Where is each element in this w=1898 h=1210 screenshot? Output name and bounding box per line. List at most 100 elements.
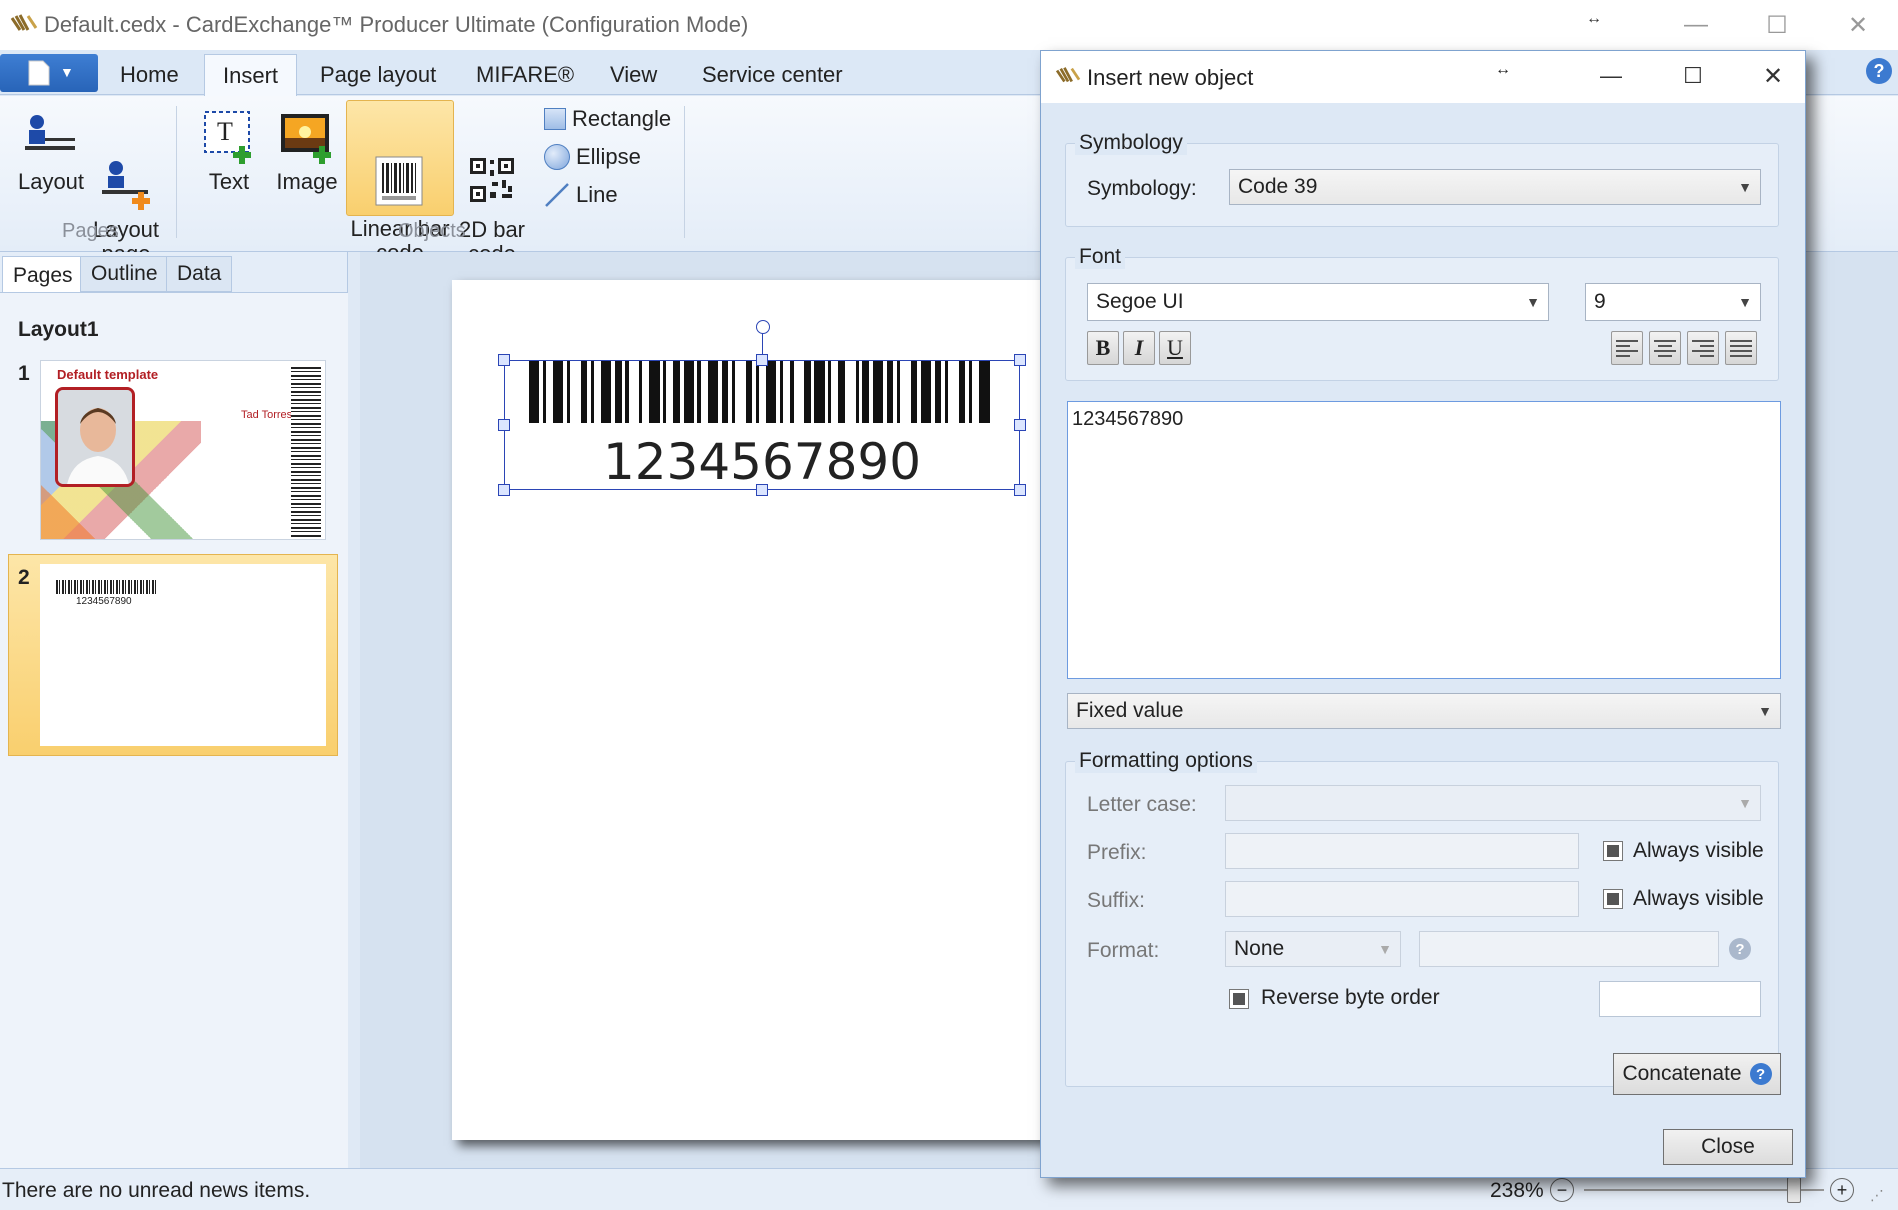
- barcode-bar: [566, 361, 571, 423]
- align-center-button[interactable]: [1649, 331, 1681, 365]
- pages-group-label: Pages: [62, 220, 119, 242]
- bold-button[interactable]: B: [1087, 331, 1119, 365]
- font-family-value: Segoe UI: [1096, 290, 1184, 313]
- barcode-bar: [580, 361, 588, 423]
- resize-handle[interactable]: [756, 484, 768, 496]
- font-size-value: 9: [1594, 290, 1606, 313]
- dialog-maximize-button[interactable]: ☐: [1663, 51, 1723, 101]
- resize-arrows-icon: ↔: [1495, 61, 1511, 78]
- font-legend: Font: [1075, 245, 1126, 269]
- symbology-select[interactable]: Code 39 ▼: [1229, 169, 1761, 205]
- resize-handle[interactable]: [756, 354, 768, 366]
- insert-rectangle-button[interactable]: Rectangle: [544, 106, 671, 132]
- resize-handle[interactable]: [1014, 354, 1026, 366]
- resize-handle[interactable]: [1014, 484, 1026, 496]
- maximize-button[interactable]: ☐: [1737, 0, 1817, 50]
- tab-page-layout[interactable]: Page layout: [302, 54, 454, 96]
- value-source-select[interactable]: Fixed value ▼: [1067, 693, 1781, 729]
- letter-case-label: Letter case:: [1087, 793, 1197, 816]
- prefix-input[interactable]: [1225, 833, 1579, 869]
- tab-mifare[interactable]: MIFARE®: [458, 54, 592, 96]
- rectangle-label: Rectangle: [572, 106, 672, 131]
- image-icon: [277, 108, 337, 164]
- close-button[interactable]: Close: [1663, 1129, 1793, 1165]
- line-icon: [545, 183, 569, 207]
- barcode-value-textarea[interactable]: 1234567890: [1067, 401, 1781, 679]
- barcode-bar: [886, 361, 894, 423]
- ellipse-label: Ellipse: [576, 144, 641, 169]
- italic-button[interactable]: I: [1123, 331, 1155, 365]
- zoom-out-button[interactable]: −: [1550, 1178, 1574, 1202]
- prefix-label: Prefix:: [1087, 841, 1147, 864]
- barcode-bar: [721, 361, 729, 423]
- page-thumbnail-2: 1234567890: [40, 564, 326, 746]
- help-icon[interactable]: ?: [1866, 58, 1892, 84]
- font-family-select[interactable]: Segoe UI ▼: [1087, 283, 1549, 321]
- format-select[interactable]: None ▼: [1225, 931, 1401, 967]
- tab-pages[interactable]: Pages: [2, 256, 84, 294]
- underline-button[interactable]: U: [1159, 331, 1191, 365]
- tab-data[interactable]: Data: [166, 256, 233, 292]
- minimize-button[interactable]: —: [1656, 0, 1736, 50]
- insert-image-button[interactable]: Image: [274, 108, 340, 194]
- rotate-handle[interactable]: [756, 320, 770, 334]
- prefix-always-visible-checkbox[interactable]: [1603, 841, 1623, 861]
- barcode-bar: [663, 361, 667, 423]
- insert-linear-barcode-button[interactable]: Linear bar code: [346, 100, 454, 265]
- barcode-bar: [968, 361, 973, 423]
- chevron-down-icon: ▼: [1738, 795, 1752, 811]
- symbology-legend: Symbology: [1075, 131, 1187, 155]
- resize-handle[interactable]: [498, 419, 510, 431]
- zoom-slider-thumb[interactable]: [1787, 1177, 1802, 1203]
- format-help-icon[interactable]: ?: [1729, 938, 1751, 960]
- file-menu-button[interactable]: ▼: [0, 54, 98, 92]
- font-size-select[interactable]: 9 ▼: [1585, 283, 1761, 321]
- barcode-bar: [731, 361, 736, 423]
- page-thumbnail-1[interactable]: Default template Tad Torres: [40, 360, 326, 540]
- insert-line-button[interactable]: Line: [544, 182, 618, 208]
- help-icon: ?: [1749, 1063, 1772, 1085]
- insert-text-button[interactable]: T Text: [196, 108, 262, 194]
- insert-ellipse-button[interactable]: Ellipse: [544, 144, 641, 170]
- align-right-button[interactable]: [1687, 331, 1719, 365]
- format-pattern-input[interactable]: [1419, 931, 1719, 967]
- tab-insert[interactable]: Insert: [204, 54, 298, 96]
- close-window-button[interactable]: ✕: [1818, 0, 1898, 50]
- barcode-object-selected[interactable]: 1234567890: [504, 360, 1020, 491]
- zoom-in-button[interactable]: +: [1830, 1178, 1854, 1202]
- title-bar: Default.cedx - CardExchange™ Producer Ul…: [0, 0, 1898, 50]
- layout-icon: [21, 108, 81, 164]
- insert-object-dialog: Insert new object ↔ — ☐ ✕ Symbology Symb…: [1040, 50, 1806, 1178]
- reverse-byte-order-input[interactable]: [1599, 981, 1761, 1017]
- vertical-barcode: [291, 367, 321, 537]
- barcode-bar: [979, 361, 990, 423]
- insert-layout-button[interactable]: Layout: [16, 108, 86, 194]
- person-name: Tad Torres: [241, 409, 293, 421]
- suffix-always-visible-checkbox[interactable]: [1603, 889, 1623, 909]
- letter-case-select[interactable]: ▼: [1225, 785, 1761, 821]
- chevron-down-icon: ▼: [1526, 294, 1540, 310]
- barcode-bar: [838, 361, 846, 423]
- news-status: There are no unread news items.: [2, 1179, 311, 1202]
- chevron-down-icon: ▼: [1738, 294, 1752, 310]
- barcode-human-readable: 1234567890: [602, 433, 922, 491]
- dialog-minimize-button[interactable]: —: [1581, 51, 1641, 101]
- tab-view[interactable]: View: [592, 54, 675, 96]
- resize-handle[interactable]: [1014, 419, 1026, 431]
- tab-home[interactable]: Home: [102, 54, 197, 96]
- align-justify-button[interactable]: [1725, 331, 1757, 365]
- resize-handle[interactable]: [498, 354, 510, 366]
- dialog-close-x-button[interactable]: ✕: [1743, 51, 1803, 101]
- tab-service-center[interactable]: Service center: [684, 54, 861, 96]
- reverse-byte-order-checkbox[interactable]: [1229, 989, 1249, 1009]
- barcode-bar: [639, 361, 643, 423]
- resize-handle[interactable]: [498, 484, 510, 496]
- tab-outline[interactable]: Outline: [80, 256, 169, 292]
- zoom-level: 238%: [1490, 1179, 1544, 1202]
- concatenate-button[interactable]: Concatenate ?: [1613, 1053, 1781, 1095]
- qr-code-icon: [462, 132, 522, 202]
- barcode-bar: [855, 361, 859, 423]
- align-left-button[interactable]: [1611, 331, 1643, 365]
- suffix-input[interactable]: [1225, 881, 1579, 917]
- barcode-bar: [958, 361, 966, 423]
